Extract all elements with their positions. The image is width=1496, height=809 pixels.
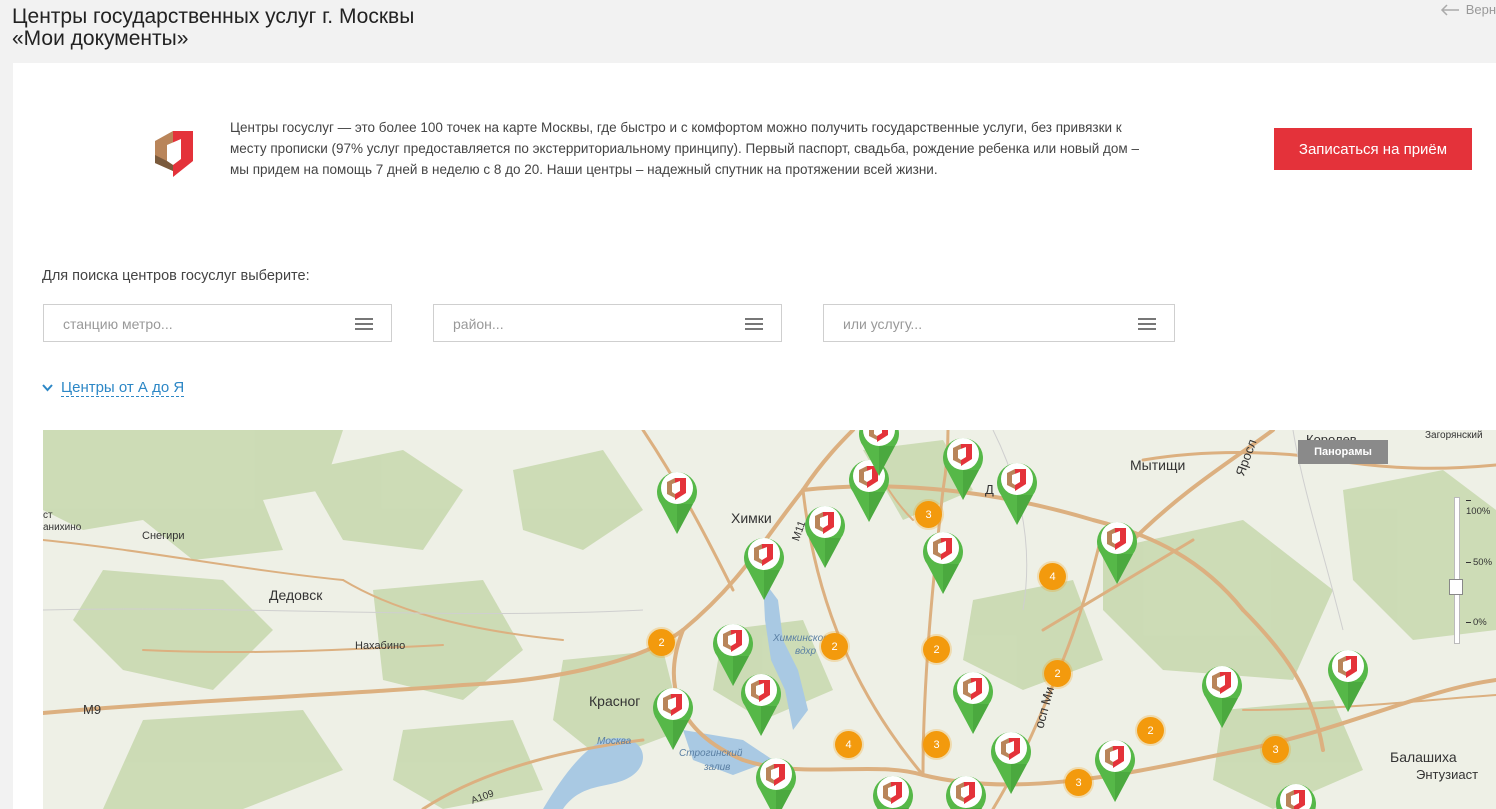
map-label: анихино: [43, 522, 82, 533]
map-label: ст: [43, 510, 53, 521]
mfc-location-pin[interactable]: [649, 680, 697, 752]
centers-az-label: Центры от А до Я: [61, 379, 185, 397]
map-label: Нахабино: [355, 640, 406, 652]
menu-icon: [355, 318, 373, 330]
map-label: Загорянский: [1425, 430, 1483, 441]
map-label: М9: [83, 702, 102, 717]
mfc-location-pin[interactable]: [1272, 776, 1320, 809]
map-cluster[interactable]: 2: [923, 636, 950, 663]
map-label: Химкинское: [773, 633, 829, 644]
search-prompt: Для поиска центров госуслуг выберите:: [42, 268, 310, 284]
back-link-label: Верн: [1465, 2, 1496, 17]
content-card: Центры госуслуг — это более 100 точек на…: [13, 63, 1496, 809]
service-select[interactable]: или услугу...: [823, 304, 1175, 342]
mfc-location-pin[interactable]: [855, 430, 903, 478]
map-cluster[interactable]: 3: [1065, 769, 1092, 796]
mfc-location-pin[interactable]: [1324, 642, 1372, 714]
mfc-location-pin[interactable]: [1093, 514, 1141, 586]
metro-select[interactable]: станцию метро...: [43, 304, 392, 342]
page-title: Центры государственных услуг г. Москвы «…: [12, 6, 414, 50]
intro-text: Центры госуслуг — это более 100 точек на…: [230, 120, 1139, 177]
panorama-button[interactable]: Панорамы: [1298, 440, 1388, 464]
map-cluster[interactable]: 2: [1044, 660, 1071, 687]
mfc-location-pin[interactable]: [801, 498, 849, 570]
district-select[interactable]: район...: [433, 304, 782, 342]
mfc-location-pin[interactable]: [987, 724, 1035, 796]
district-placeholder: район...: [453, 316, 504, 332]
zoom-tick: 50%: [1466, 557, 1492, 568]
book-appointment-button[interactable]: Записаться на приём: [1274, 128, 1472, 170]
map-cluster[interactable]: 3: [923, 731, 950, 758]
menu-icon: [745, 318, 763, 330]
mfc-location-pin[interactable]: [1198, 658, 1246, 730]
map-cluster[interactable]: 2: [1137, 717, 1164, 744]
map-cluster[interactable]: 4: [1039, 563, 1066, 590]
map-label: Москва: [597, 736, 632, 747]
map-cluster[interactable]: 4: [835, 731, 862, 758]
map-label: Снегири: [142, 530, 185, 542]
map-label: Балашиха: [1390, 749, 1457, 765]
map-label: Красног: [589, 693, 641, 709]
menu-icon: [1138, 318, 1156, 330]
map-cluster[interactable]: 2: [821, 633, 848, 660]
mfc-location-pin[interactable]: [653, 464, 701, 536]
mfc-location-pin[interactable]: [939, 430, 987, 502]
page-title-line1: Центры государственных услуг г. Москвы: [12, 5, 415, 28]
zoom-slider[interactable]: 100% 50% 0%: [1446, 482, 1496, 652]
map-label: вдхр: [795, 646, 817, 657]
mfc-location-pin[interactable]: [1091, 732, 1139, 804]
mfc-location-pin[interactable]: [737, 666, 785, 738]
mfc-logo-icon: [155, 131, 193, 177]
page-title-line2: «Мои документы»: [12, 27, 189, 50]
mfc-location-pin[interactable]: [869, 768, 917, 809]
back-link[interactable]: Верн: [1440, 2, 1496, 17]
map-cluster[interactable]: 2: [648, 629, 675, 656]
mfc-location-pin[interactable]: [942, 768, 990, 809]
metro-placeholder: станцию метро...: [63, 316, 173, 332]
map[interactable]: Химки Мытищи Королев Загорянский Дедовск…: [43, 430, 1496, 809]
map-label: Энтузиаст: [1416, 767, 1479, 782]
arrow-left-icon: [1440, 3, 1459, 16]
map-label: залив: [704, 762, 731, 773]
mfc-location-pin[interactable]: [752, 750, 800, 809]
zoom-track[interactable]: [1454, 497, 1460, 644]
service-placeholder: или услугу...: [843, 316, 923, 332]
zoom-tick: 0%: [1466, 617, 1487, 628]
zoom-tick: 100%: [1466, 495, 1496, 517]
mfc-location-pin[interactable]: [993, 455, 1041, 527]
map-cluster[interactable]: 3: [1262, 736, 1289, 763]
map-label: Дедовск: [269, 587, 323, 603]
mfc-location-pin[interactable]: [740, 530, 788, 602]
zoom-handle[interactable]: [1449, 579, 1463, 595]
chevron-down-icon: [42, 384, 53, 392]
mfc-location-pin[interactable]: [919, 524, 967, 596]
map-label: Химки: [731, 510, 772, 526]
centers-az-link[interactable]: Центры от А до Я: [42, 379, 185, 397]
map-label: Мытищи: [1130, 457, 1186, 473]
